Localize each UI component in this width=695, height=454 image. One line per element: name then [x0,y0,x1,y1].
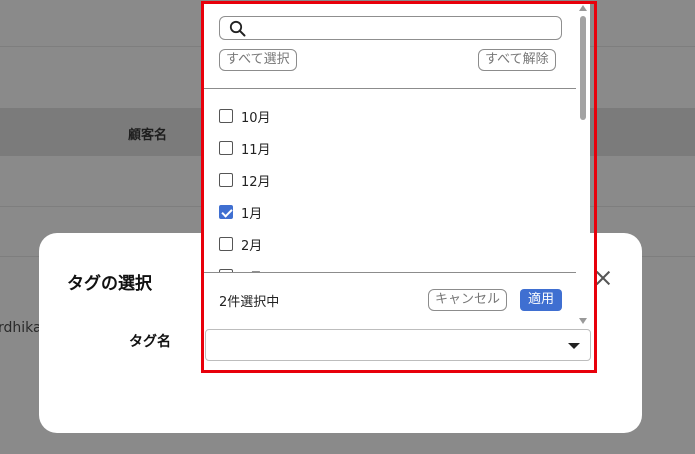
option-label: 1月 [241,206,263,222]
option-item[interactable]: 1月 [219,202,262,222]
checkbox[interactable] [219,141,233,155]
option-label: 11月 [241,142,271,158]
option-label: 12月 [241,174,271,190]
table-cell-text: rdhika [0,320,42,336]
option-item[interactable]: 11月 [219,138,271,158]
scroll-up-icon[interactable] [579,5,587,11]
option-item[interactable]: 2月 [219,234,262,254]
option-label: 2月 [241,238,263,254]
cancel-button[interactable]: キャンセル [428,289,508,311]
select-all-button[interactable]: すべて選択 [219,49,297,71]
selected-count: 2件選択中 [219,295,280,310]
clear-all-button[interactable]: すべて解除 [478,49,556,71]
scroll-thumb[interactable] [580,16,586,120]
apply-button[interactable]: 適用 [520,289,563,311]
divider [204,272,576,273]
checkbox-checked[interactable] [219,205,233,219]
tag-name-label: タグ名 [129,334,171,350]
modal-title: タグの選択 [67,274,152,294]
option-item[interactable]: 12月 [219,170,271,190]
scroll-down-icon[interactable] [579,318,587,324]
search-icon [229,20,246,37]
option-list[interactable]: 10月 11月 12月 1月 2月 3月 [204,90,576,272]
checkbox[interactable] [219,109,233,123]
option-label: 10月 [241,110,271,126]
checkbox[interactable] [219,237,233,251]
column-header-customer-name: 顧客名 [128,128,168,143]
option-item[interactable]: 10月 [219,106,271,126]
checkbox[interactable] [219,173,233,187]
tag-dropdown-panel: すべて選択 すべて解除 10月 11月 12月 1月 2月 3月 2件選択中 キ… [204,4,590,327]
divider [204,88,576,89]
search-input[interactable] [219,16,562,40]
scrollbar[interactable] [577,4,590,327]
